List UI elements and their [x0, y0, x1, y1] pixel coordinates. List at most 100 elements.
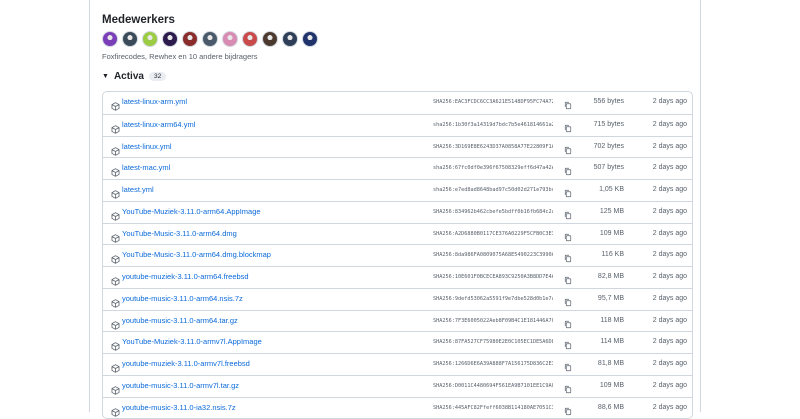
copy-icon[interactable] — [564, 381, 572, 393]
asset-row: latest-linux-arm.yml SHA256:EAC3FCDC6CC3A… — [103, 92, 692, 114]
asset-date: 2 days ago — [652, 207, 687, 215]
asset-row: youtube-muziek-3.11.0-armv7l.freebsd SHA2… — [103, 353, 692, 375]
asset-size: 95,7 MB — [597, 294, 624, 302]
asset-link[interactable]: YouTube-Music-3.11.0-arm64.dmg.blockmap — [122, 250, 271, 259]
package-icon — [111, 208, 120, 221]
asset-date: 2 days ago — [652, 381, 687, 389]
avatar[interactable] — [202, 31, 218, 47]
asset-link[interactable]: YouTube-Muziek-3.11.0-armv7l.AppImage — [122, 337, 262, 346]
asset-sha: SHA256:EAC3FCDC6CC3A621E5148DF95FC74A72E — [433, 99, 553, 105]
copy-icon[interactable] — [564, 120, 572, 132]
avatar[interactable] — [242, 31, 258, 47]
asset-row: youtube-music-3.11.0-arm64.nsis.7z SHA256… — [103, 287, 692, 310]
asset-sha: SHA256:834962b462cbefe5bdff0b16fb684c2a — [433, 208, 553, 215]
asset-date: 2 days ago — [652, 403, 687, 411]
avatar[interactable] — [102, 31, 118, 47]
asset-size: 81,8 MB — [597, 360, 624, 367]
asset-sha: sha256:e7ed8ad8648bad97c50d02d271e793bc — [433, 187, 553, 193]
asset-row: YouTube-Muziek-3.11.0-armv7l.AppImage SHA… — [103, 331, 692, 353]
copy-icon[interactable] — [564, 294, 572, 306]
asset-link[interactable]: YouTube-Muziek-3.11.0-arm64.AppImage — [122, 207, 261, 216]
avatar[interactable] — [122, 31, 138, 47]
asset-sha: SHA256:A2D6880B0117CE376A0229F5CFB0C3E3 — [433, 230, 553, 237]
copy-icon[interactable] — [564, 403, 572, 415]
package-icon — [111, 186, 120, 199]
contributors-title: Medewerkers — [102, 14, 175, 26]
copy-icon[interactable] — [564, 163, 572, 176]
avatar[interactable] — [282, 31, 298, 47]
package-icon — [111, 360, 120, 373]
asset-row: YouTube-Music-3.11.0-arm64.dmg SHA256:A2D… — [103, 222, 692, 245]
asset-size: 114 MB — [600, 338, 624, 346]
copy-icon[interactable] — [564, 316, 572, 328]
asset-link[interactable]: latest-linux-arm.yml — [122, 97, 187, 106]
asset-date: 2 days ago — [652, 294, 687, 302]
asset-size: 116 KB — [601, 251, 624, 259]
asset-sha: SHA256:445AFC82Ffeff6038B114180AE7051C3 — [433, 404, 553, 411]
asset-link[interactable]: latest.yml — [122, 185, 154, 194]
copy-icon[interactable] — [564, 229, 572, 241]
package-icon — [111, 230, 120, 243]
asset-date: 2 days ago — [652, 251, 687, 259]
asset-date: 2 days ago — [652, 98, 687, 105]
asset-size: 1,05 KB — [599, 186, 624, 193]
asset-size: 702 bytes — [593, 142, 624, 150]
asset-link[interactable]: youtube-music-3.11.0-arm64.tar.gz — [122, 316, 238, 325]
asset-link[interactable]: youtube-music-3.11.0-armv7l.tar.gz — [122, 381, 239, 390]
copy-icon[interactable] — [564, 97, 572, 110]
avatar[interactable] — [222, 31, 238, 47]
asset-size: 715 bytes — [593, 120, 624, 128]
package-icon — [111, 295, 120, 308]
package-icon — [111, 273, 120, 286]
avatar[interactable] — [182, 31, 198, 47]
package-icon — [111, 164, 120, 178]
asset-size: 109 MB — [599, 229, 624, 237]
asset-date: 2 days ago — [652, 360, 687, 367]
asset-link[interactable]: youtube-muziek-3.11.0-arm64.freebsd — [122, 272, 249, 281]
asset-link[interactable]: latest-linux-arm64.yml — [122, 120, 195, 129]
asset-size: 556 bytes — [593, 98, 624, 105]
asset-date: 2 days ago — [652, 186, 687, 193]
asset-date: 2 days ago — [652, 338, 687, 346]
assets-label: Activa — [113, 71, 144, 82]
asset-sha: SHA256:8da986FA0809075A68E5490223C3990A — [433, 252, 553, 259]
asset-link[interactable]: YouTube-Music-3.11.0-arm64.dmg — [122, 229, 237, 238]
avatar[interactable] — [262, 31, 278, 47]
asset-row: youtube-music-3.11.0-armv7l.tar.gz SHA256… — [103, 374, 692, 397]
package-icon — [111, 121, 120, 134]
copy-icon[interactable] — [564, 359, 572, 372]
asset-size: 88,6 MB — [597, 403, 624, 411]
asset-row: latest-linux-arm64.yml sha256:1b30f3a1431… — [103, 113, 692, 136]
asset-row: YouTube-Music-3.11.0-arm64.dmg.blockmap S… — [103, 244, 692, 266]
asset-row: youtube-music-3.11.0-arm64.tar.gz SHA256:… — [103, 309, 692, 332]
package-icon — [111, 251, 120, 265]
avatar[interactable] — [142, 31, 158, 47]
asset-date: 2 days ago — [652, 316, 687, 324]
asset-link[interactable]: latest-mac.yml — [122, 163, 170, 172]
asset-row: latest-mac.yml sha256:67fc0df0e396f675083… — [103, 157, 692, 179]
asset-row: latest.yml sha256:e7ed8ad8648bad97c50d02d… — [103, 179, 692, 201]
copy-icon[interactable] — [564, 272, 572, 285]
asset-row: YouTube-Muziek-3.11.0-arm64.AppImage SHA2… — [103, 200, 692, 223]
asset-link[interactable]: youtube-muziek-3.11.0-armv7l.freebsd — [122, 359, 250, 368]
package-icon — [111, 98, 120, 111]
copy-icon[interactable] — [564, 185, 572, 198]
copy-icon[interactable] — [564, 250, 572, 263]
copy-icon[interactable] — [564, 142, 572, 154]
asset-link[interactable]: latest-linux.yml — [122, 142, 172, 151]
avatar[interactable] — [302, 31, 318, 47]
avatar[interactable] — [162, 31, 178, 47]
assets-toggle[interactable]: ▼ Activa 32 — [102, 71, 167, 82]
release-panel: Medewerkers Foxfirecodes, Rewhex en 10 a… — [89, 0, 701, 419]
asset-date: 2 days ago — [652, 273, 687, 280]
triangle-down-icon: ▼ — [102, 73, 109, 80]
asset-link[interactable]: youtube-music-3.11.0-ia32.nsis.7z — [122, 403, 236, 412]
copy-icon[interactable] — [564, 207, 572, 219]
copy-icon[interactable] — [564, 337, 572, 350]
asset-sha: SHA256:3D169E8E6243D37A0858A77E22809F1A — [433, 143, 553, 150]
asset-date: 2 days ago — [652, 229, 687, 237]
asset-sha: SHA256:10E601F0BCECEA893C9250A3B8DD7E4A — [433, 274, 553, 280]
assets-table: latest-linux-arm.yml SHA256:EAC3FCDC6CC3A… — [102, 91, 693, 419]
package-icon — [111, 382, 120, 395]
asset-link[interactable]: youtube-music-3.11.0-arm64.nsis.7z — [122, 294, 243, 303]
